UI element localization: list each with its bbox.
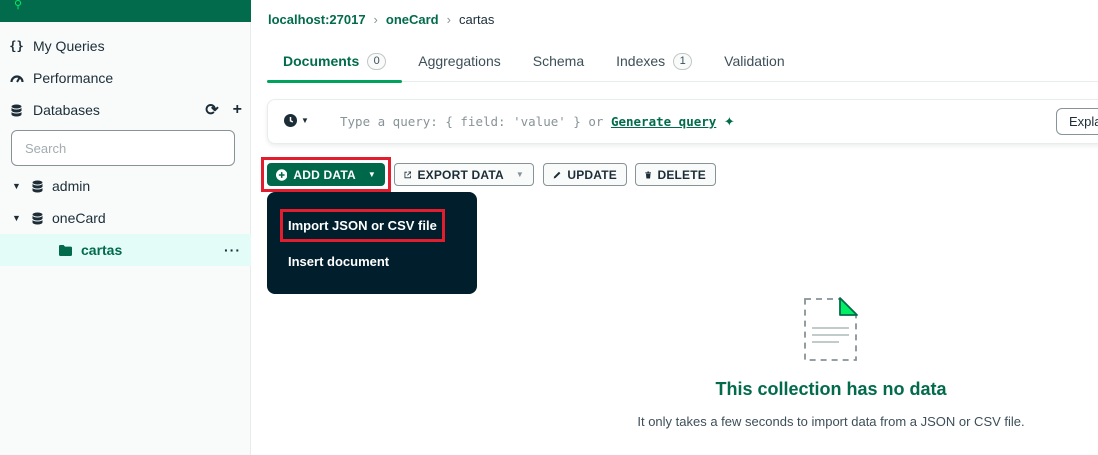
pencil-icon [553,171,561,178]
database-icon [32,212,43,225]
tree-item-label: oneCard [52,210,106,226]
menu-item-insert-document[interactable]: Insert document [288,254,389,269]
update-label: UPDATE [567,167,617,182]
export-data-button[interactable]: EXPORT DATA ▼ [394,163,534,186]
sparkle-icon: ✦ [723,115,735,130]
caret-down-icon[interactable]: ▼ [12,213,22,223]
collection-tabs: Documents 0 Aggregations Schema Indexes … [267,40,1098,83]
tree-item-admin[interactable]: ▼ admin [0,170,251,202]
empty-state-description: It only takes a few seconds to import da… [637,414,1025,429]
refresh-icon[interactable]: ⟳ [205,100,218,120]
chevron-right-icon: › [446,12,451,27]
tab-label: Indexes [616,53,666,69]
sidebar-item-label: Performance [33,70,114,86]
breadcrumb-host[interactable]: localhost:27017 [268,12,366,27]
sidebar-item-label: My Queries [33,38,105,54]
tree-item-label: admin [52,178,91,194]
clock-icon [284,114,297,127]
explain-label: Explain [1069,114,1098,129]
caret-down-icon: ▼ [301,116,309,125]
mongodb-leaf-icon: ⚲ [14,0,23,11]
query-history-button[interactable]: ▼ [284,114,309,127]
count-badge: 0 [367,52,387,70]
highlight-box-add-data [261,157,391,192]
database-icon [32,180,43,193]
database-actions: ⟳ + [205,100,242,120]
plus-icon[interactable]: + [233,101,242,119]
count-badge: 1 [673,52,693,70]
tab-label: Documents [283,53,360,69]
more-options-icon[interactable]: ··· [224,242,241,258]
add-data-menu: Import JSON or CSV file Insert document [267,192,477,294]
empty-document-icon [803,296,859,369]
sidebar-item-performance[interactable]: Performance [0,62,251,94]
tab-label: Schema [532,53,585,69]
breadcrumb: localhost:27017 › oneCard › cartas [268,12,494,27]
tree-item-label: cartas [81,242,123,258]
tab-indexes[interactable]: Indexes 1 [600,40,708,82]
query-bar: ▼ Type a query: { field: 'value' } or Ge… [267,99,1098,144]
empty-state-title: This collection has no data [715,379,947,399]
delete-label: DELETE [657,167,706,182]
sidebar: ⚲ {} My Queries Performance Databases ⟳ … [0,0,251,455]
braces-icon: {} [9,39,24,53]
delete-button[interactable]: DELETE [635,163,716,186]
explain-button[interactable]: Explain [1056,108,1098,135]
gauge-icon [0,73,33,83]
sidebar-item-label: Databases [33,102,100,118]
export-data-label: EXPORT DATA [417,167,504,182]
caret-down-icon: ▼ [515,170,524,179]
tree-item-onecard[interactable]: ▼ oneCard [0,202,251,234]
tab-validation[interactable]: Validation [708,40,800,82]
sidebar-item-my-queries[interactable]: {} My Queries [0,30,251,62]
tab-documents[interactable]: Documents 0 [267,40,403,83]
tab-label: Validation [724,53,785,69]
sidebar-item-databases[interactable]: Databases ⟳ + [0,94,251,126]
export-icon [404,170,412,178]
tab-aggregations[interactable]: Aggregations [402,40,517,82]
tab-schema[interactable]: Schema [517,40,600,82]
sidebar-search-input[interactable] [11,130,235,166]
update-button[interactable]: UPDATE [543,163,627,186]
sidebar-top-strip: ⚲ [0,0,251,22]
query-input[interactable]: Type a query: { field: 'value' } or Gene… [340,114,735,130]
folder-icon [59,244,72,256]
database-icon [0,104,33,117]
trash-icon [645,170,652,179]
generate-query-link[interactable]: Generate query [611,114,716,129]
breadcrumb-database[interactable]: oneCard [386,12,439,27]
breadcrumb-collection: cartas [458,12,495,27]
caret-down-icon[interactable]: ▼ [12,181,22,191]
chevron-right-icon: › [373,12,378,27]
highlight-box-import [280,209,445,242]
tab-label: Aggregations [418,53,501,69]
tree-item-cartas[interactable]: cartas ··· [0,234,251,266]
query-placeholder: Type a query: { field: 'value' } or [340,114,604,129]
